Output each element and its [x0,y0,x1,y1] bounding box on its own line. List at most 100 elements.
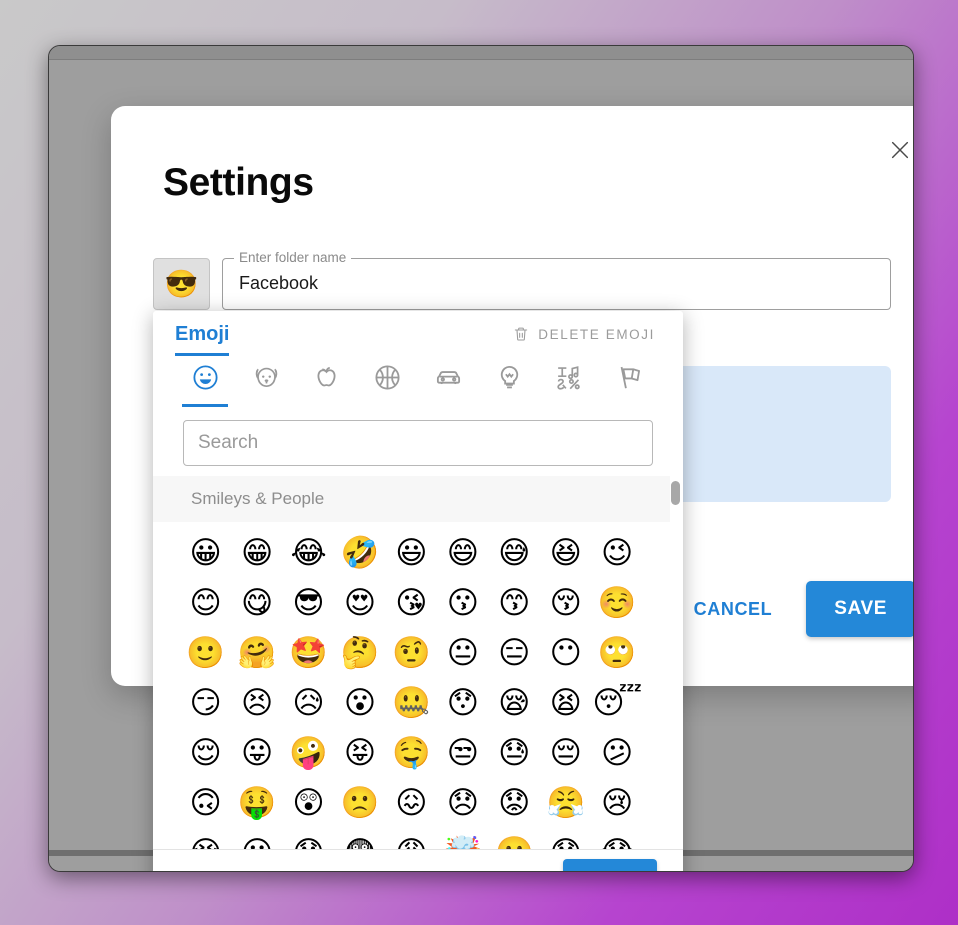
folder-name-input-value[interactable]: Facebook [239,273,318,294]
emoji-cell[interactable]: 😦 [231,828,282,849]
tab-emoji[interactable]: Emoji [175,323,230,356]
emoji-cell[interactable]: 😑 [489,628,540,678]
dialog-save-button[interactable]: SAVE [806,581,913,637]
emoji-cell[interactable]: 🤣 [334,528,385,578]
flag-icon [620,366,641,389]
emoji-cell[interactable]: 😋 [231,578,282,628]
emoji-cell[interactable]: 😨 [334,828,385,849]
delete-emoji-button[interactable]: DELETE EMOJI [513,326,655,342]
close-icon-glyph [891,141,909,159]
emoji-cell[interactable]: 😲 [283,778,334,828]
trash-icon [513,326,529,342]
emoji-cell[interactable]: 😂 [283,528,334,578]
emoji-cell[interactable]: 🤨 [386,628,437,678]
emoji-cell[interactable]: 😣 [231,678,282,728]
emoji-cell[interactable]: 🤑 [231,778,282,828]
emoji-cell[interactable]: 🤯 [437,828,488,849]
emoji-cell[interactable]: 😄 [437,528,488,578]
emoji-cell[interactable]: 🤔 [334,628,385,678]
emoji-group-header: Smileys & People [153,476,670,522]
emoji-cell[interactable]: 😖 [386,778,437,828]
picker-search-wrapper [153,408,683,476]
category-tab-animals-nature[interactable] [236,361,297,408]
emoji-grid: 😀 😁 😂 🤣 😃 😄 😅 😆 😉 😊 😋 😎 😍 😘 😗 😙 😚 ☺️ 🙂 🤗 🤩 🤔 🤨 😐 😑 😶 🙄 😏 😣 😥 😮 🤐 😯 😪 😫 😴 😌 😛 🤪… [153,522,670,849]
emoji-cell[interactable]: ☺️ [592,578,643,628]
picker-cancel-button[interactable]: CANCEL [179,863,268,871]
picker-scrollbar[interactable] [670,476,681,849]
emoji-cell[interactable]: 😮 [334,678,385,728]
dog-icon [255,367,277,388]
emoji-cell[interactable]: 😙 [489,578,540,628]
emoji-cell[interactable]: 😘 [386,578,437,628]
emoji-cell[interactable]: 😐 [437,628,488,678]
emoji-cell[interactable]: 🤤 [386,728,437,778]
emoji-cell[interactable]: 😔 [540,728,591,778]
emoji-cell[interactable]: 😚 [540,578,591,628]
emoji-cell[interactable]: 😫 [540,678,591,728]
emoji-cell[interactable]: 😆 [540,528,591,578]
emoji-cell[interactable]: 🤪 [283,728,334,778]
emoji-cell[interactable]: 😃 [386,528,437,578]
category-tab-activities[interactable] [357,361,418,408]
emoji-cell[interactable]: 😏 [180,678,231,728]
emoji-cell[interactable]: 😍 [334,578,385,628]
emoji-cell[interactable]: 😉 [592,528,643,578]
emoji-cell[interactable]: 🙄 [592,628,643,678]
emoji-row: 🙂 🤗 🤩 🤔 🤨 😐 😑 😶 🙄 [153,628,670,678]
emoji-cell[interactable]: 😤 [540,778,591,828]
emoji-row: 😏 😣 😥 😮 🤐 😯 😪 😫 😴 [153,678,670,728]
emoji-cell[interactable]: 😀 [180,528,231,578]
emoji-cell[interactable]: 😕 [592,728,643,778]
emoji-row: 😊 😋 😎 😍 😘 😗 😙 😚 ☺️ [153,578,670,628]
emoji-cell[interactable]: 😁 [231,528,282,578]
category-tab-travel-places[interactable] [418,361,479,408]
close-icon[interactable] [885,135,913,165]
emoji-trigger-button[interactable]: 😎 [153,258,210,310]
emoji-cell[interactable]: 😧 [283,828,334,849]
emoji-cell[interactable]: 😓 [489,728,540,778]
app-window: Items per pag Settings 😎 Enter folder na… [48,45,914,872]
emoji-cell[interactable]: 😯 [437,678,488,728]
emoji-cell[interactable]: 😱 [592,828,643,849]
category-tab-objects[interactable] [479,361,540,408]
emoji-cell[interactable]: 😎 [283,578,334,628]
emoji-cell[interactable]: 😅 [489,528,540,578]
emoji-scroll-body[interactable]: Smileys & People 😀 😁 😂 🤣 😃 😄 😅 😆 😉 😊 😋 😎 😍 😘 😗 😙 😚 ☺️ 🙂 🤗 🤩 🤔… [153,476,683,849]
picker-scrollbar-thumb[interactable] [671,481,680,505]
category-tab-smileys-people[interactable] [175,361,236,408]
emoji-cell[interactable]: 😗 [437,578,488,628]
emoji-cell[interactable]: 😪 [489,678,540,728]
apple-icon [317,366,336,387]
emoji-cell[interactable]: 😊 [180,578,231,628]
search-input[interactable] [183,420,653,466]
emoji-cell[interactable]: 😬 [489,828,540,849]
emoji-cell[interactable]: 🙂 [180,628,231,678]
picker-header: Emoji DELETE EMOJI [153,311,683,361]
folder-name-field[interactable]: Enter folder name Facebook [222,251,891,310]
emoji-cell[interactable]: 🙁 [334,778,385,828]
emoji-cell[interactable]: 😭 [180,828,231,849]
emoji-cell[interactable]: 🙃 [180,778,231,828]
emoji-cell[interactable]: 😶 [540,628,591,678]
picker-save-button[interactable]: SAVE [562,859,657,871]
emoji-cell[interactable]: 😝 [334,728,385,778]
emoji-cell[interactable]: 🤗 [231,628,282,678]
emoji-cell[interactable]: 😥 [283,678,334,728]
emoji-cell[interactable]: 😩 [386,828,437,849]
emoji-row: 🙃 🤑 😲 🙁 😖 😞 😟 😤 😢 [153,778,670,828]
emoji-cell[interactable]: 😒 [437,728,488,778]
category-tab-food-drink[interactable] [297,361,358,408]
category-tab-flags[interactable] [600,361,661,408]
emoji-cell[interactable]: 😞 [437,778,488,828]
emoji-cell[interactable]: 😟 [489,778,540,828]
emoji-cell[interactable]: 😢 [592,778,643,828]
category-tab-symbols[interactable] [540,361,601,408]
emoji-cell[interactable]: 🤐 [386,678,437,728]
emoji-cell[interactable]: 🤩 [283,628,334,678]
emoji-cell[interactable]: 😴 [592,678,643,728]
emoji-cell[interactable]: 😛 [231,728,282,778]
emoji-cell[interactable]: 😌 [180,728,231,778]
picker-footer: CANCEL SAVE [153,849,683,871]
emoji-cell[interactable]: 😰 [540,828,591,849]
dialog-cancel-button[interactable]: CANCEL [688,591,779,628]
